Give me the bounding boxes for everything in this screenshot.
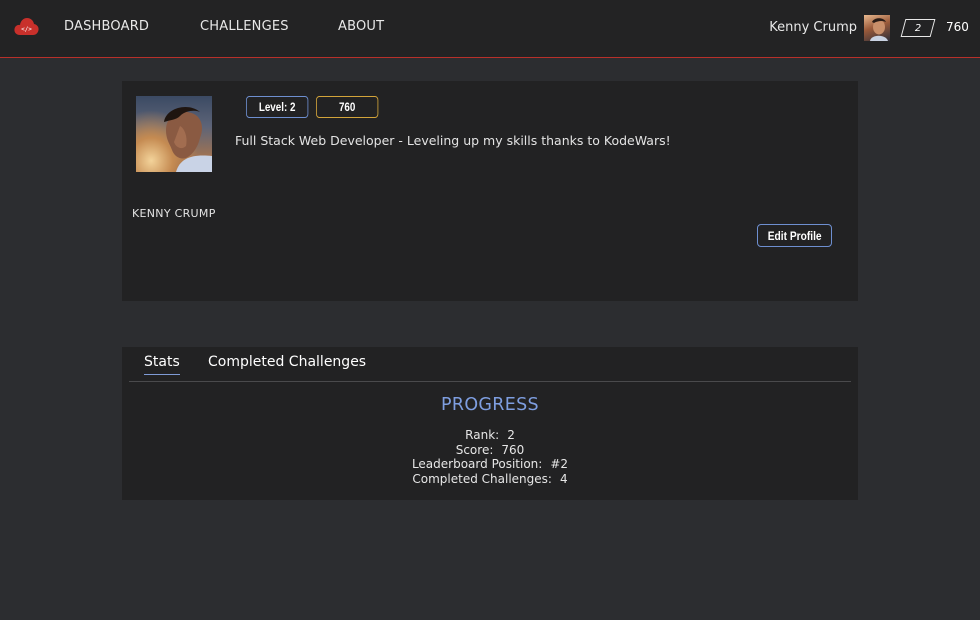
progress-heading: PROGRESS	[441, 395, 539, 415]
stat-label: Rank:	[465, 428, 500, 442]
stats-list: Rank: 2 Score: 760 Leaderboard Position: #2…	[122, 428, 858, 486]
stat-value: 2	[507, 428, 515, 442]
svg-text:</>: </>	[21, 26, 32, 33]
profile-avatar	[136, 96, 212, 172]
top-navbar: </> DASHBOARD CHALLENGES ABOUT Kenny Cru…	[0, 0, 980, 58]
nav-score: 760	[946, 20, 969, 34]
stat-score: Score: 760	[122, 443, 858, 458]
stat-label: Score:	[455, 442, 494, 457]
score-badge: 760	[316, 96, 379, 118]
nav-user-name[interactable]: Kenny Crump	[769, 20, 857, 35]
edit-profile-button[interactable]: Edit Profile	[757, 224, 832, 247]
stat-value: 4	[559, 471, 568, 486]
stat-label: Leaderboard Position:	[411, 457, 543, 471]
profile-display-name: KENNY CRUMP	[132, 207, 216, 220]
stat-label: Completed Challenges:	[412, 471, 552, 486]
profile-bio: Full Stack Web Developer - Leveling up m…	[235, 133, 671, 148]
nav-about-link[interactable]: ABOUT	[338, 19, 384, 34]
nav-level-badge: 2	[900, 19, 936, 37]
stat-value: 760	[501, 442, 525, 457]
nav-challenges-link[interactable]: CHALLENGES	[200, 19, 289, 34]
level-badge: Level: 2	[246, 96, 309, 118]
nav-avatar[interactable]	[864, 15, 890, 41]
profile-card: Level: 2 760 Full Stack Web Developer - …	[122, 81, 858, 301]
tab-divider	[129, 381, 851, 382]
stat-leaderboard-position: Leaderboard Position: #2	[122, 457, 858, 472]
stat-completed-challenges: Completed Challenges: 4	[122, 472, 858, 487]
cloud-code-icon[interactable]: </>	[14, 17, 39, 36]
tab-stats[interactable]: Stats	[144, 354, 180, 375]
stats-card: Stats Completed Challenges PROGRESS Rank…	[122, 347, 858, 500]
stat-value: #2	[550, 457, 569, 471]
nav-dashboard-link[interactable]: DASHBOARD	[64, 19, 149, 34]
tab-completed-challenges[interactable]: Completed Challenges	[208, 354, 366, 370]
stat-rank: Rank: 2	[122, 428, 858, 443]
